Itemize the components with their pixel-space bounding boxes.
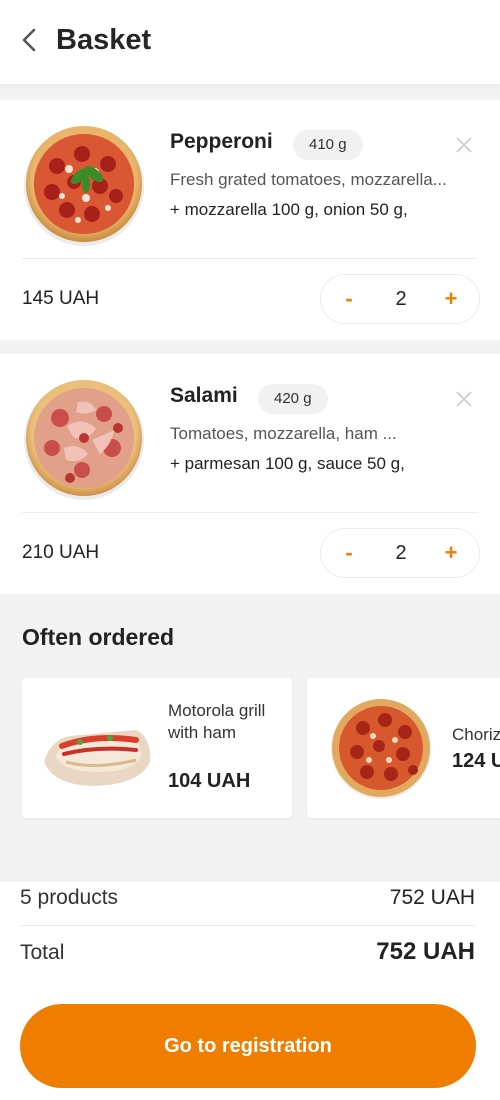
often-ordered-card[interactable]: Motorola grill with ham 104 UAH xyxy=(22,678,292,818)
order-summary: 5 products 752 UAH Total 752 UAH Go to r… xyxy=(0,882,500,1100)
total-value: 752 UAH xyxy=(376,938,475,965)
products-total: 752 UAH xyxy=(389,886,475,909)
grill-sandwich-image xyxy=(44,730,151,786)
decrease-quantity-button[interactable]: - xyxy=(327,275,371,323)
cart-item: Pepperoni 410 g Fresh grated tomatoes, m… xyxy=(0,100,500,340)
product-additions: + mozzarella 100 g, onion 50 g, xyxy=(170,200,408,219)
chorizo-pizza-image xyxy=(331,699,431,799)
often-ordered-name: Motorola grill with ham xyxy=(168,701,266,742)
often-ordered-card[interactable]: Choriz 124 U xyxy=(307,678,500,818)
often-ordered-title: Often ordered xyxy=(22,624,175,650)
product-description: Tomatoes, mozzarella, ham ... xyxy=(170,424,397,443)
header-bar: Basket xyxy=(0,0,500,84)
often-ordered-price: 104 UAH xyxy=(168,770,251,792)
back-arrow-icon[interactable] xyxy=(16,24,42,56)
divider xyxy=(22,512,478,513)
weight-badge: 420 g xyxy=(258,384,328,414)
product-additions: + parmesan 100 g, sauce 50 g, xyxy=(170,454,405,473)
quantity-stepper: - 2 + xyxy=(320,274,480,324)
quantity-value: 2 xyxy=(395,288,407,310)
product-name: Pepperoni xyxy=(170,130,273,153)
remove-item-icon[interactable] xyxy=(454,135,474,155)
product-description: Fresh grated tomatoes, mozzarella... xyxy=(170,170,447,189)
cart-item: Salami 420 g Tomatoes, mozzarella, ham .… xyxy=(0,354,500,594)
increase-quantity-button[interactable]: + xyxy=(429,529,473,577)
quantity-stepper: - 2 + xyxy=(320,528,480,578)
weight-badge: 410 g xyxy=(293,130,363,160)
divider xyxy=(20,925,475,926)
item-price: 145 UAH xyxy=(22,288,100,309)
quantity-value: 2 xyxy=(395,542,407,564)
products-count: 5 products xyxy=(20,886,119,909)
pepperoni-pizza-image xyxy=(24,126,144,246)
total-label: Total xyxy=(20,941,65,964)
increase-quantity-button[interactable]: + xyxy=(429,275,473,323)
often-ordered-name: Choriz xyxy=(452,725,500,744)
page-title: Basket xyxy=(56,24,152,56)
salami-pizza-image xyxy=(24,380,144,500)
item-price: 210 UAH xyxy=(22,542,100,563)
product-name: Salami xyxy=(170,384,238,407)
often-ordered-price: 124 U xyxy=(452,750,500,772)
remove-item-icon[interactable] xyxy=(454,389,474,409)
divider xyxy=(22,258,478,259)
go-to-registration-button[interactable]: Go to registration xyxy=(20,1004,476,1088)
decrease-quantity-button[interactable]: - xyxy=(327,529,371,577)
